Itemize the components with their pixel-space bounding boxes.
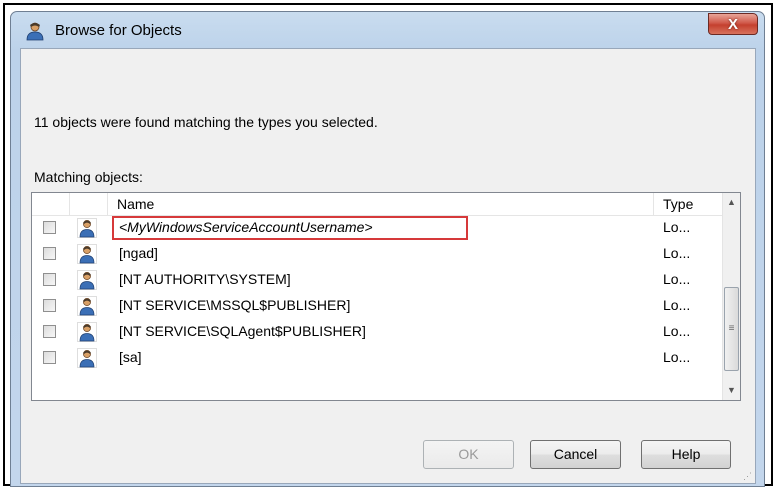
user-icon: [26, 22, 44, 41]
row-name: [sa]: [119, 349, 142, 365]
row-name: [NT SERVICE\MSSQL$PUBLISHER]: [119, 297, 351, 313]
dialog-body: 11 objects were found matching the types…: [20, 48, 756, 484]
row-type: Lo...: [663, 245, 691, 261]
title-bar[interactable]: Browse for Objects X: [11, 12, 764, 48]
row-checkbox[interactable]: [43, 351, 56, 364]
results-summary: 11 objects were found matching the types…: [34, 114, 378, 130]
vertical-scrollbar[interactable]: ▲ ≡ ▼: [722, 193, 740, 400]
help-button[interactable]: Help: [641, 440, 731, 469]
row-type: Lo...: [663, 323, 691, 339]
scroll-up-arrow-icon[interactable]: ▲: [723, 194, 740, 211]
header-type[interactable]: Type: [654, 193, 704, 215]
row-name: [ngad]: [119, 245, 158, 261]
user-icon: [77, 322, 97, 342]
table-row[interactable]: [NT SERVICE\MSSQL$PUBLISHER] Lo...: [32, 293, 722, 319]
row-checkbox[interactable]: [43, 273, 56, 286]
user-icon: [77, 348, 97, 368]
row-checkbox[interactable]: [43, 325, 56, 338]
user-icon: [77, 296, 97, 316]
resize-grip-icon[interactable]: ⋰: [743, 471, 753, 481]
row-type: Lo...: [663, 297, 691, 313]
dialog-title: Browse for Objects: [55, 22, 182, 39]
ok-button[interactable]: OK: [423, 440, 514, 469]
row-name: [NT SERVICE\SQLAgent$PUBLISHER]: [119, 323, 366, 339]
user-icon: [77, 270, 97, 290]
row-checkbox[interactable]: [43, 221, 56, 234]
header-check-column[interactable]: [32, 193, 70, 215]
table-row[interactable]: <MyWindowsServiceAccountUsername> Lo...: [32, 215, 722, 241]
row-checkbox[interactable]: [43, 299, 56, 312]
table-row[interactable]: [NT SERVICE\SQLAgent$PUBLISHER] Lo...: [32, 319, 722, 345]
scroll-down-arrow-icon[interactable]: ▼: [723, 382, 740, 399]
matching-objects-list[interactable]: Name Type <MyWindowsServiceAccountUserna…: [31, 192, 741, 401]
cancel-button[interactable]: Cancel: [530, 440, 621, 469]
table-row[interactable]: [sa] Lo...: [32, 345, 722, 371]
browse-for-objects-dialog: Browse for Objects X 11 objects were fou…: [10, 11, 765, 487]
close-button[interactable]: X: [708, 13, 758, 35]
row-checkbox[interactable]: [43, 247, 56, 260]
highlight-annotation-box: [112, 216, 468, 240]
user-icon: [77, 218, 97, 238]
table-row[interactable]: [NT AUTHORITY\SYSTEM] Lo...: [32, 267, 722, 293]
header-name[interactable]: Name: [108, 193, 654, 215]
row-name: [NT AUTHORITY\SYSTEM]: [119, 271, 291, 287]
row-type: Lo...: [663, 271, 691, 287]
list-header: Name Type: [32, 193, 722, 216]
header-icon-column[interactable]: [70, 193, 108, 215]
table-row[interactable]: [ngad] Lo...: [32, 241, 722, 267]
row-type: Lo...: [663, 219, 691, 235]
row-type: Lo...: [663, 349, 691, 365]
user-icon: [77, 244, 97, 264]
matching-objects-label: Matching objects:: [34, 169, 143, 185]
scroll-thumb[interactable]: ≡: [724, 287, 739, 371]
